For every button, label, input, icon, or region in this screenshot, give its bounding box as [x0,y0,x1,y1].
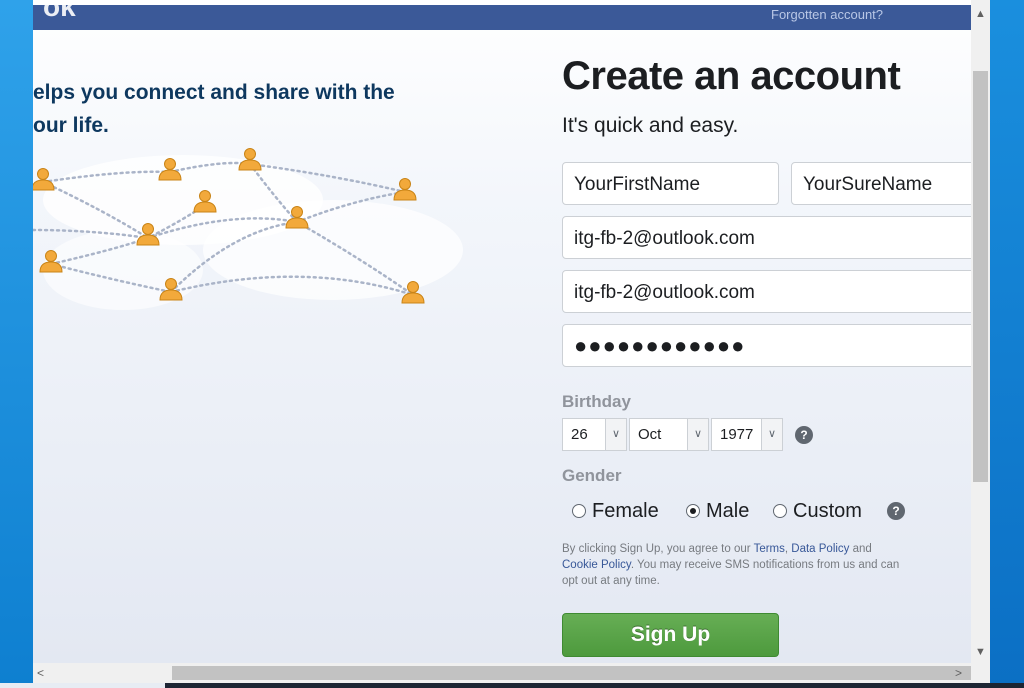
radio-female[interactable] [572,504,586,518]
form-title: Create an account [562,54,901,98]
birthday-month-value: Oct [638,426,662,443]
radio-custom[interactable] [773,504,787,518]
terms-link[interactable]: Terms [754,543,785,555]
gender-custom-label: Custom [793,499,862,522]
scrollbar-corner [971,663,990,683]
chevron-down-icon: ∨ [761,419,782,450]
surname-field[interactable]: YourSureName [791,162,971,205]
intro-tagline: elps you connect and share with the our … [33,76,453,142]
tagline-line-2: our life. [33,114,109,137]
sign-up-button[interactable]: Sign Up [562,613,779,657]
birthday-help-icon[interactable]: ? [795,426,813,444]
birthday-year-select[interactable]: 1977 ∨ [711,418,783,451]
facebook-top-bar: ok Forgotten account? [33,0,971,30]
vertical-scrollbar[interactable]: ▲ ▼ [971,0,990,663]
horizontal-scroll-thumb[interactable] [172,666,971,680]
horizontal-scrollbar[interactable]: < > [33,663,971,683]
terms-text: By clicking Sign Up, you agree to our Te… [562,541,910,589]
person-icon [33,168,55,191]
gender-option-custom[interactable]: Custom [773,498,862,524]
gender-female-label: Female [592,499,659,522]
gender-label: Gender [562,466,622,485]
chevron-down-icon: ∨ [687,419,708,450]
cookie-policy-link[interactable]: Cookie Policy [562,559,631,571]
form-subtitle: It's quick and easy. [562,114,739,137]
browser-viewport: ok Forgotten account? elps you connect a… [33,0,971,663]
scroll-left-icon[interactable]: < [37,666,44,680]
terms-and: and [849,543,872,555]
facebook-logo[interactable]: ok [43,0,76,23]
email-confirm-field[interactable]: itg-fb-2@outlook.com [562,270,971,313]
email-field[interactable]: itg-fb-2@outlook.com [562,216,971,259]
scroll-up-icon[interactable]: ▲ [971,8,990,20]
desktop-background-left [0,0,33,688]
first-name-field[interactable]: YourFirstName [562,162,779,205]
scroll-down-icon[interactable]: ▼ [971,646,990,658]
tagline-line-1: elps you connect and share with the [33,81,395,104]
password-field[interactable]: ●●●●●●●●●●●● [562,324,971,367]
birthday-label: Birthday [562,392,631,411]
taskbar-highlight [0,683,165,688]
birthday-day-select[interactable]: 26 ∨ [562,418,627,451]
gender-help-icon[interactable]: ? [887,502,905,520]
chevron-down-icon: ∨ [605,419,626,450]
world-connections-illustration [33,148,463,310]
vertical-scroll-thumb[interactable] [973,71,988,482]
birthday-day-value: 26 [571,426,588,443]
data-policy-link[interactable]: Data Policy [791,543,849,555]
radio-male[interactable] [686,504,700,518]
gender-option-female[interactable]: Female [572,498,659,524]
birthday-month-select[interactable]: Oct ∨ [629,418,709,451]
terms-prefix: By clicking Sign Up, you agree to our [562,543,754,555]
gender-option-male[interactable]: Male [686,498,749,524]
birthday-year-value: 1977 [720,426,754,443]
gender-male-label: Male [706,499,750,522]
desktop-background-right [990,0,1024,688]
scroll-right-icon[interactable]: > [955,666,962,680]
forgotten-account-link[interactable]: Forgotten account? [771,7,883,22]
